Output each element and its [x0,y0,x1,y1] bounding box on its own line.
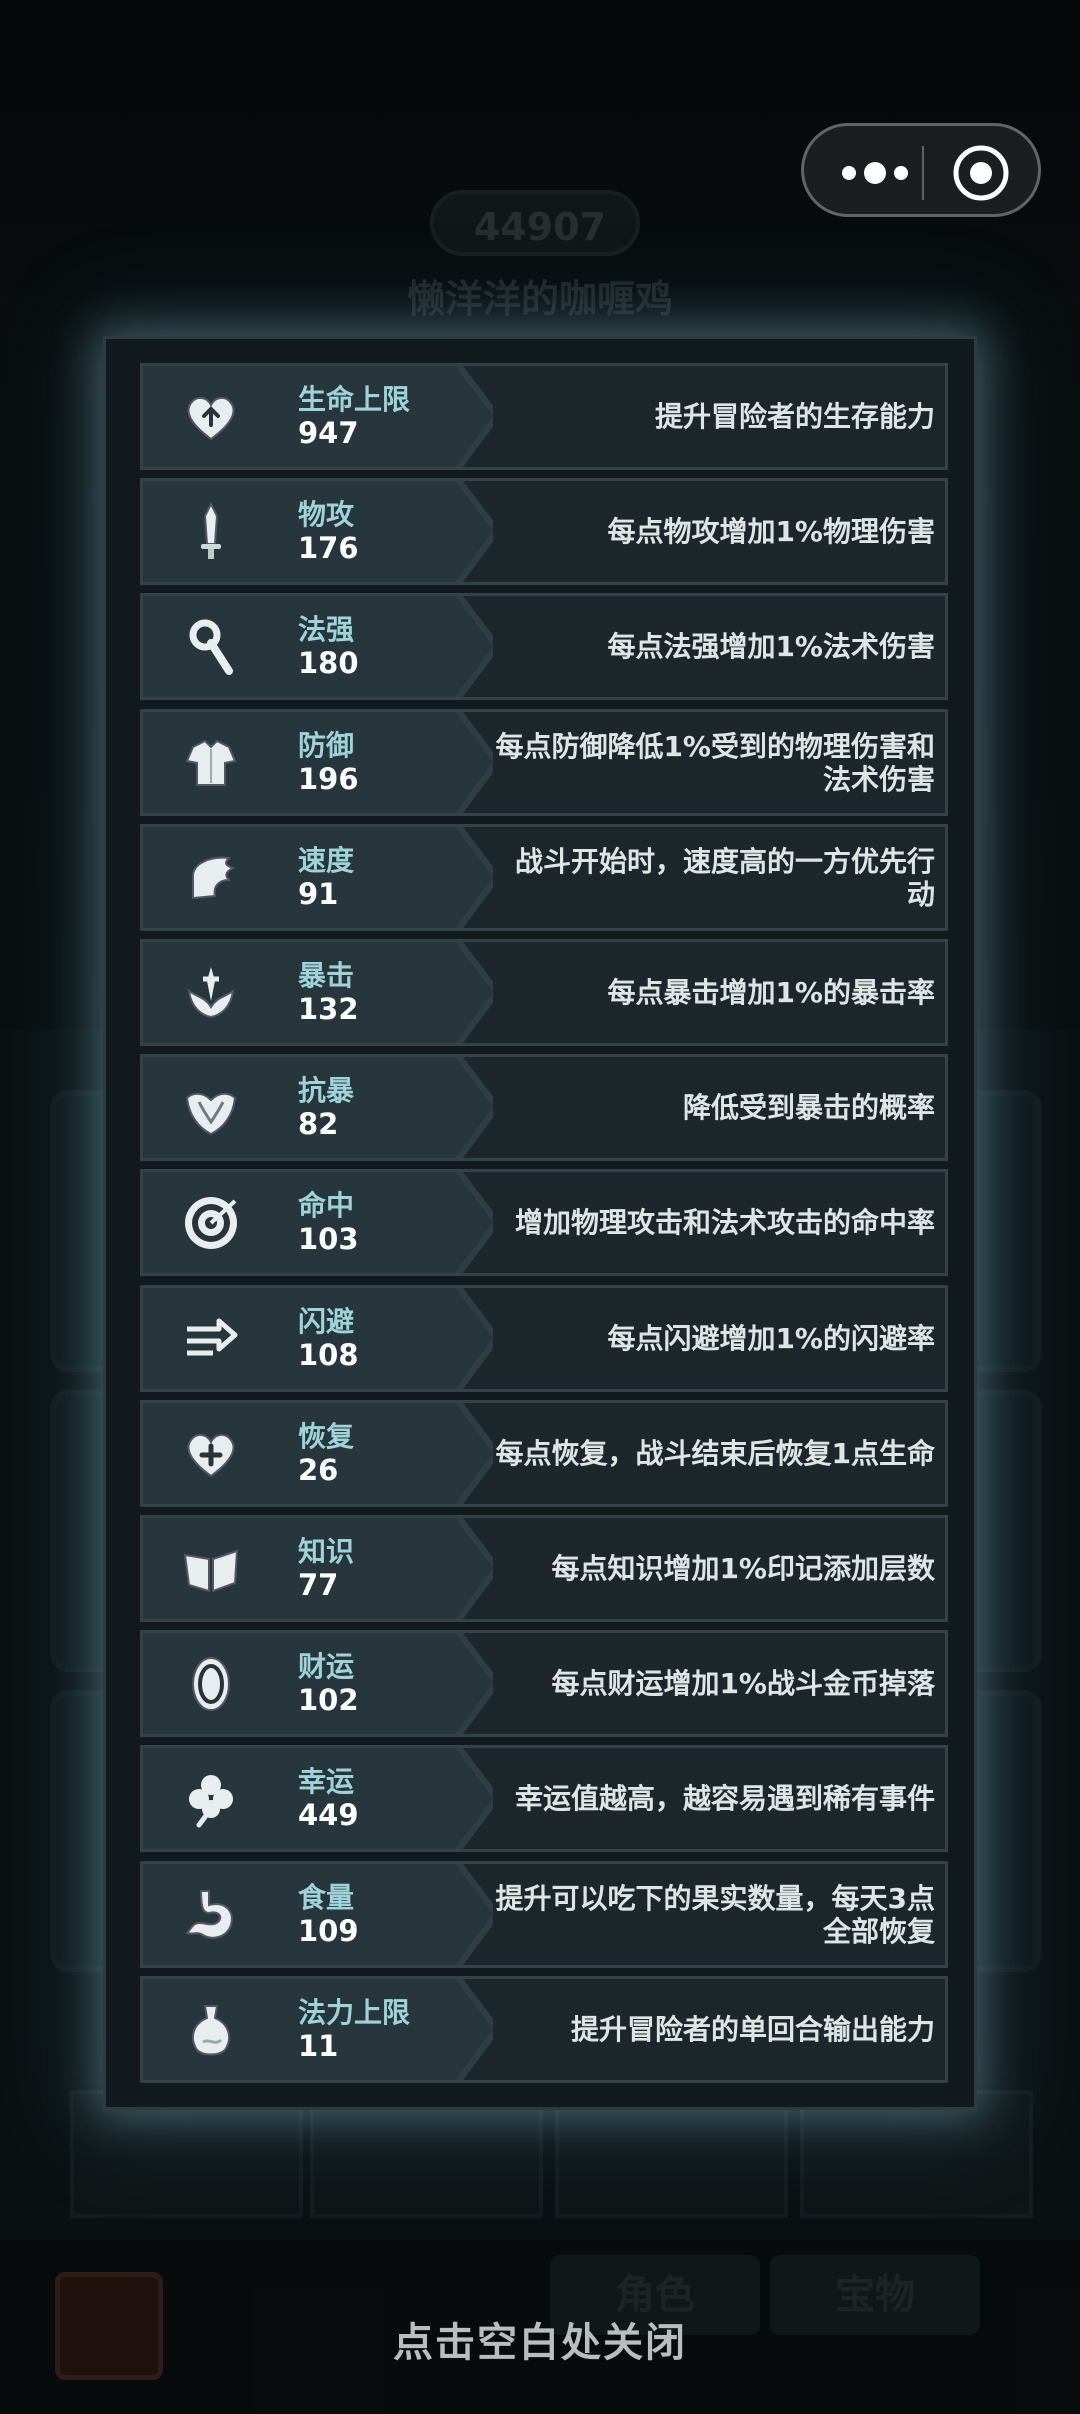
stat-description: 提升冒险者的生存能力 [654,400,935,433]
stat-description: 幸运值越高，越容易遇到稀有事件 [514,1782,935,1815]
target-close-icon[interactable] [949,141,1013,205]
stat-description: 每点防御降低1%受到的物理伤害和法术伤害 [495,729,935,796]
stat-description: 每点暴击增加1%的暴击率 [607,976,935,1009]
sword-icon [201,501,221,559]
stat-row: 知识 77 每点知识增加1%印记添加层数 [140,1515,948,1622]
stat-name: 幸运 [298,1765,355,1798]
staff-icon [189,619,233,675]
stat-description: 每点物攻增加1%物理伤害 [607,515,935,548]
stat-row: 法力上限 11 提升冒险者的单回合输出能力 [140,1976,948,2083]
stat-value: 180 [298,646,359,680]
stat-description: 提升冒险者的单回合输出能力 [570,2013,935,2046]
stat-row: 恢复 26 每点恢复，战斗结束后恢复1点生命 [140,1400,948,1507]
stat-description: 每点法强增加1%法术伤害 [607,630,935,663]
stat-value: 77 [298,1568,339,1602]
stat-row: 闪避 108 每点闪避增加1%的闪避率 [140,1285,948,1392]
stat-description: 提升可以吃下的果实数量，每天3点全部恢复 [495,1881,935,1948]
stat-description: 每点财运增加1%战斗金币掉落 [551,1667,935,1700]
stat-value: 449 [298,1798,359,1832]
stat-row: 防御 196 每点防御降低1%受到的物理伤害和法术伤害 [140,709,948,816]
mana-flask-icon [191,2005,231,2056]
stat-value: 102 [298,1683,359,1717]
book-icon [183,1549,239,1593]
stat-row: 物攻 176 每点物攻增加1%物理伤害 [140,478,948,585]
stat-value: 91 [298,877,339,911]
anti-crit-icon [185,1092,237,1136]
heart-up-icon [187,397,235,441]
stat-value: 11 [298,2029,339,2063]
stat-name: 法力上限 [298,1996,411,2029]
stat-name: 知识 [298,1535,355,1568]
stat-name: 速度 [298,844,355,877]
stat-name: 命中 [298,1189,355,1222]
stat-description: 每点闪避增加1%的闪避率 [607,1322,935,1355]
stat-name: 财运 [298,1650,355,1683]
stat-row: 命中 103 增加物理攻击和法术攻击的命中率 [140,1169,948,1276]
wing-boot-icon [192,856,236,900]
capsule-divider [922,146,924,200]
stat-row: 法强 180 每点法强增加1%法术伤害 [140,593,948,700]
stat-description: 降低受到暴击的概率 [682,1091,935,1124]
stomach-icon [185,1890,233,1939]
stat-value: 103 [298,1222,359,1256]
stat-row: 暴击 132 每点暴击增加1%的暴击率 [140,939,948,1046]
stat-row: 速度 91 战斗开始时，速度高的一方优先行动 [140,824,948,931]
stat-name: 生命上限 [298,383,411,416]
stat-row: 幸运 449 幸运值越高，越容易遇到稀有事件 [140,1745,948,1852]
target-icon [185,1197,237,1249]
armor-icon [185,739,237,786]
stat-row: 食量 109 提升可以吃下的果实数量，每天3点全部恢复 [140,1861,948,1968]
mini-program-capsule [801,123,1041,217]
heart-plus-icon [187,1434,235,1478]
stat-value: 196 [298,762,359,796]
stat-row: 财运 102 每点财运增加1%战斗金币掉落 [140,1630,948,1737]
stat-value: 108 [298,1338,359,1372]
stat-name: 食量 [298,1881,355,1914]
stat-name: 防御 [298,729,355,762]
stat-name: 抗暴 [298,1074,355,1107]
stat-value: 176 [298,531,359,565]
stat-row: 抗暴 82 降低受到暴击的概率 [140,1054,948,1161]
stat-row: 生命上限 947 提升冒险者的生存能力 [140,363,948,470]
dodge-arrows-icon [187,1318,238,1356]
stat-description: 每点恢复，战斗结束后恢复1点生命 [495,1437,935,1470]
more-dots-icon[interactable] [832,156,918,190]
close-hint[interactable]: 点击空白处关闭 [0,2310,1080,2368]
stat-name: 法强 [298,613,355,646]
stat-name: 闪避 [298,1305,355,1338]
stats-panel: 生命上限 947 提升冒险者的生存能力物攻 176 每点物攻增加1%物理伤害法强 180 每… [103,336,977,2110]
coin-icon [192,1657,230,1711]
stat-description: 每点知识增加1%印记添加层数 [551,1552,935,1585]
stat-value: 109 [298,1914,359,1948]
stat-value: 947 [298,416,359,450]
stat-name: 物攻 [298,498,355,531]
stat-value: 82 [298,1107,339,1141]
stat-name: 暴击 [298,959,355,992]
stat-value: 132 [298,992,359,1026]
stat-description: 战斗开始时，速度高的一方优先行动 [514,844,935,911]
clover-icon [189,1775,233,1828]
crit-icon [187,967,235,1019]
stat-value: 26 [298,1453,339,1487]
stat-description: 增加物理攻击和法术攻击的命中率 [514,1206,935,1239]
stat-name: 恢复 [298,1420,355,1453]
